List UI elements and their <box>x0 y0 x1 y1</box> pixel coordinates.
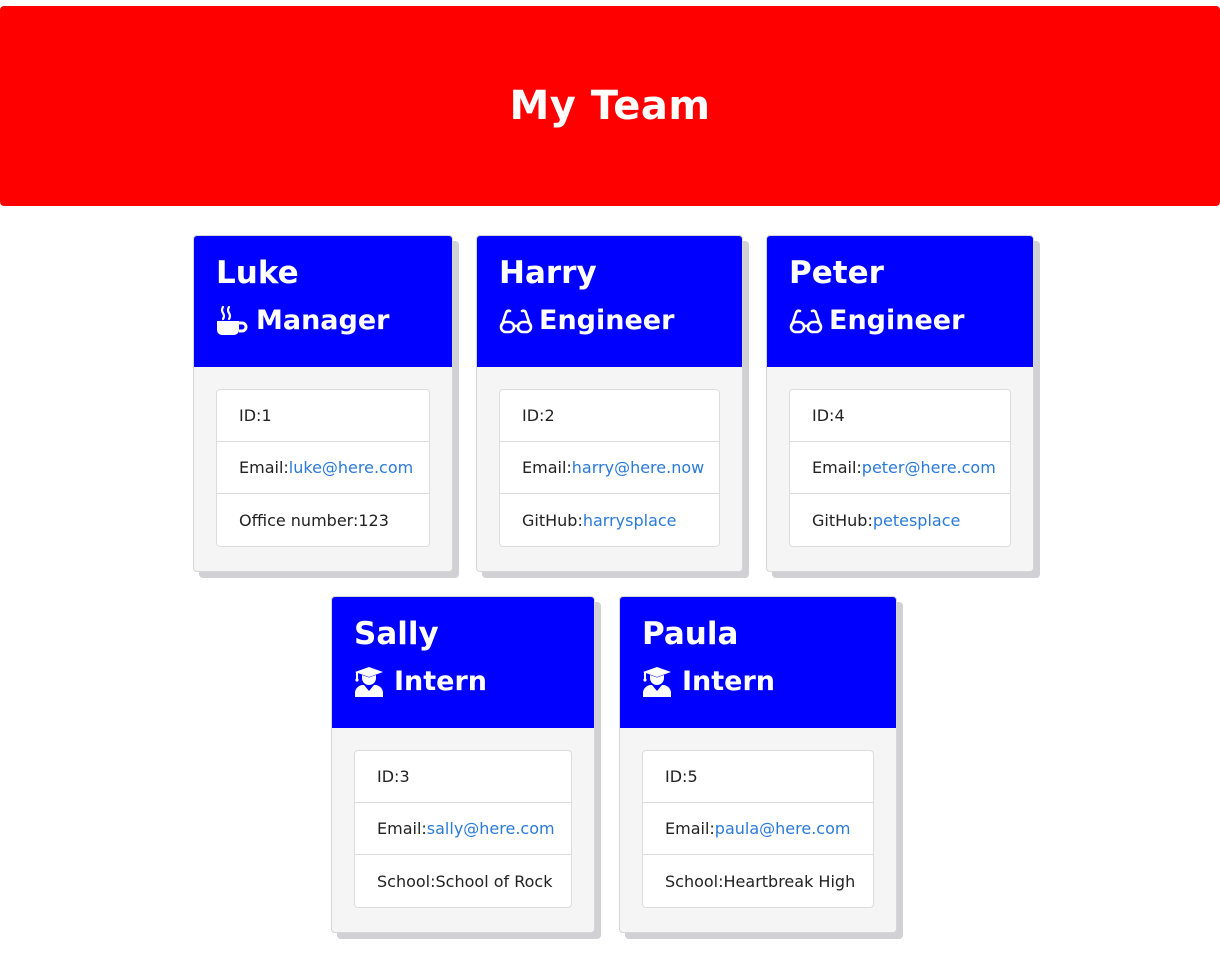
email-item: Email: paula@here.com <box>643 803 873 855</box>
employee-role: Engineer <box>499 304 720 338</box>
email-label: Email: <box>665 819 715 838</box>
card-body: ID: 5 Email: paula@here.com School: Hear… <box>620 728 896 908</box>
email-label: Email: <box>812 458 862 477</box>
header-banner: My Team <box>0 6 1220 206</box>
employee-card-luke: Luke Manager ID: 1 Email: luke@here.com <box>193 235 453 572</box>
id-item: ID: 3 <box>355 751 571 803</box>
role-label: Engineer <box>829 305 965 336</box>
email-label: Email: <box>239 458 289 477</box>
id-item: ID: 5 <box>643 751 873 803</box>
employee-card-sally: Sally Intern ID: 3 Email: sally@here.com <box>331 596 595 933</box>
email-link[interactable]: luke@here.com <box>289 458 413 477</box>
card-body: ID: 4 Email: peter@here.com GitHub: pete… <box>767 367 1033 547</box>
id-item: ID: 1 <box>217 390 429 442</box>
role-label: Engineer <box>539 305 675 336</box>
page-title: My Team <box>509 83 711 129</box>
email-link[interactable]: paula@here.com <box>715 819 851 838</box>
email-label: Email: <box>522 458 572 477</box>
card-header: Luke Manager <box>194 236 452 367</box>
employee-card-paula: Paula Intern ID: 5 Email: paula@here.com <box>619 596 897 933</box>
card-header: Harry Engineer <box>477 236 742 367</box>
school-label: School: <box>377 871 436 891</box>
office-number-label: Office number: <box>239 510 359 530</box>
id-label: ID: <box>522 406 545 425</box>
employee-role: Intern <box>354 665 572 699</box>
glasses-icon <box>499 305 533 337</box>
card-header: Peter Engineer <box>767 236 1033 367</box>
email-item: Email: harry@here.now <box>500 442 719 494</box>
role-label: Intern <box>682 666 776 697</box>
github-link[interactable]: petesplace <box>873 511 961 530</box>
office-number-value: 123 <box>358 510 389 530</box>
employee-card-harry: Harry Engineer ID: 2 Email: harry@here.n… <box>476 235 743 572</box>
details-list: ID: 1 Email: luke@here.com Office number… <box>216 389 430 547</box>
employee-name: Sally <box>354 616 439 652</box>
id-value: 2 <box>544 406 555 425</box>
school-value: Heartbreak High <box>723 871 856 891</box>
id-value: 4 <box>834 406 845 425</box>
email-item: Email: luke@here.com <box>217 442 429 494</box>
employee-name: Luke <box>216 255 299 291</box>
role-label: Intern <box>394 666 488 697</box>
email-link[interactable]: sally@here.com <box>427 819 555 838</box>
id-value: 3 <box>399 767 410 786</box>
employee-card-peter: Peter Engineer ID: 4 Email: peter@here.c… <box>766 235 1034 572</box>
details-list: ID: 3 Email: sally@here.com School: Scho… <box>354 750 572 908</box>
details-list: ID: 2 Email: harry@here.now GitHub: harr… <box>499 389 720 547</box>
email-label: Email: <box>377 819 427 838</box>
card-body: ID: 1 Email: luke@here.com Office number… <box>194 367 452 547</box>
github-item: GitHub: harrysplace <box>500 494 719 546</box>
id-value: 1 <box>261 406 272 425</box>
email-item: Email: peter@here.com <box>790 442 1010 494</box>
details-list: ID: 4 Email: peter@here.com GitHub: pete… <box>789 389 1011 547</box>
employee-name: Paula <box>642 616 739 652</box>
card-body: ID: 3 Email: sally@here.com School: Scho… <box>332 728 594 908</box>
school-label: School: <box>665 871 724 891</box>
coffee-icon <box>216 305 250 337</box>
id-label: ID: <box>665 767 688 786</box>
school-item: School: Heartbreak High <box>643 855 873 907</box>
id-value: 5 <box>687 767 698 786</box>
id-item: ID: 2 <box>500 390 719 442</box>
card-body: ID: 2 Email: harry@here.now GitHub: harr… <box>477 367 742 547</box>
employee-role: Manager <box>216 304 430 338</box>
email-link[interactable]: harry@here.now <box>572 458 704 477</box>
employee-name: Peter <box>789 255 884 291</box>
glasses-icon <box>789 305 823 337</box>
employee-role: Intern <box>642 665 874 699</box>
github-label: GitHub: <box>812 510 873 530</box>
graduate-icon <box>642 666 676 698</box>
email-item: Email: sally@here.com <box>355 803 571 855</box>
id-label: ID: <box>812 406 835 425</box>
details-list: ID: 5 Email: paula@here.com School: Hear… <box>642 750 874 908</box>
card-header: Sally Intern <box>332 597 594 728</box>
school-item: School: School of Rock <box>355 855 571 907</box>
card-header: Paula Intern <box>620 597 896 728</box>
school-value: School of Rock <box>435 871 553 891</box>
github-link[interactable]: harrysplace <box>583 511 677 530</box>
role-label: Manager <box>256 305 390 336</box>
github-label: GitHub: <box>522 510 583 530</box>
graduate-icon <box>354 666 388 698</box>
employee-name: Harry <box>499 255 597 291</box>
employee-role: Engineer <box>789 304 1011 338</box>
office-number-item: Office number: 123 <box>217 494 429 546</box>
github-item: GitHub: petesplace <box>790 494 1010 546</box>
id-item: ID: 4 <box>790 390 1010 442</box>
email-link[interactable]: peter@here.com <box>862 458 996 477</box>
id-label: ID: <box>239 406 262 425</box>
id-label: ID: <box>377 767 400 786</box>
